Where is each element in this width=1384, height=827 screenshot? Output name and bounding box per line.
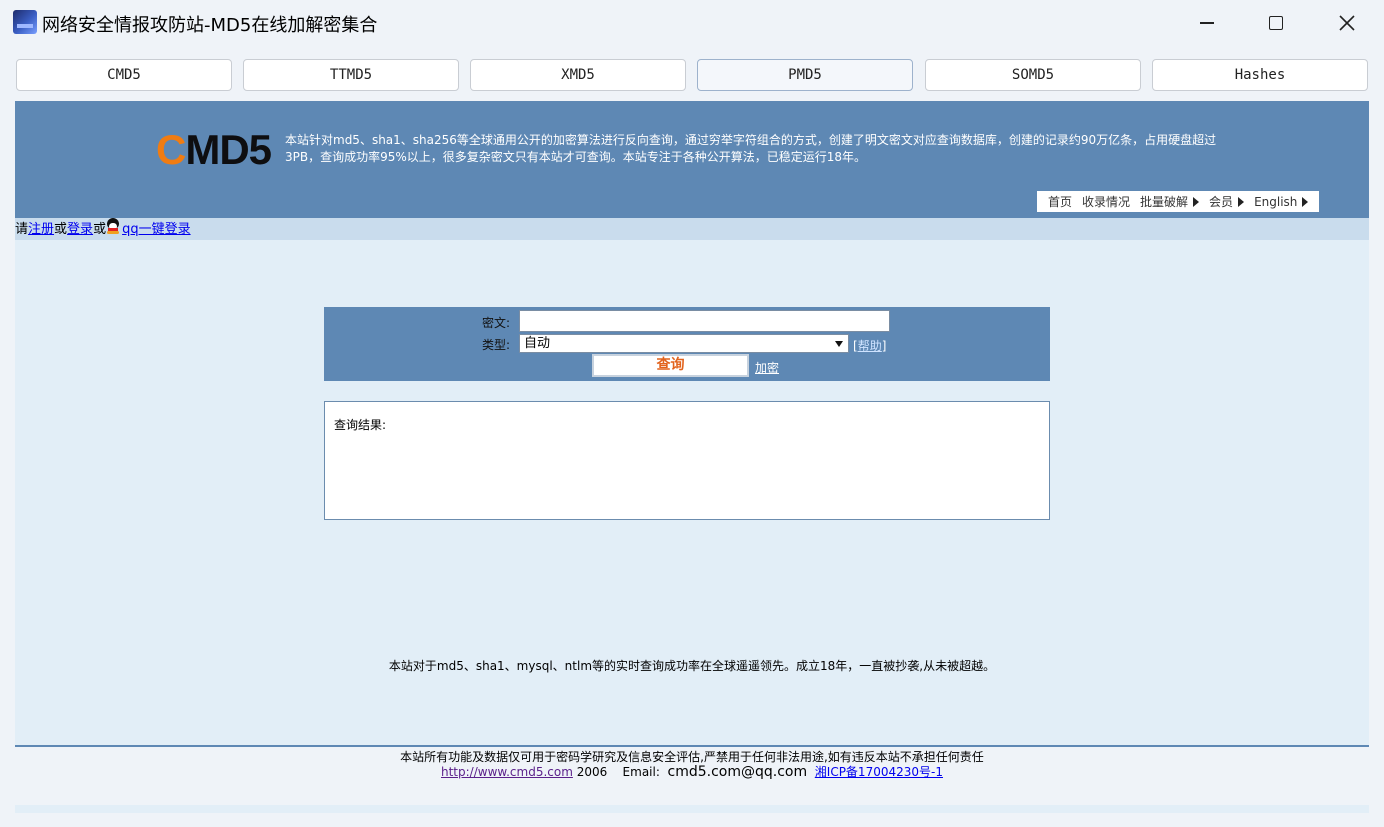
dropdown-arrow-icon — [835, 341, 843, 347]
maximize-icon — [1269, 16, 1283, 30]
close-button[interactable] — [1324, 6, 1370, 40]
encrypt-link[interactable]: 加密 — [755, 359, 779, 376]
query-button[interactable]: 查询 — [592, 354, 749, 377]
tab-ttmd5[interactable]: TTMD5 — [243, 59, 459, 91]
site-header: CMD5 本站针对md5、sha1、sha256等全球通用公开的加密算法进行反向… — [15, 101, 1369, 218]
result-label: 查询结果: — [334, 418, 387, 432]
caret-right-icon — [1302, 196, 1309, 207]
icp-link[interactable]: 湘ICP备17004230号-1 — [815, 765, 943, 779]
window-title: 网络安全情报攻防站-MD5在线加解密集合 — [42, 15, 378, 36]
site-footer: 本站所有功能及数据仅可用于密码学研究及信息安全评估,严禁用于任何非法用途,如有违… — [15, 747, 1369, 805]
cmd5-logo[interactable]: CMD5 — [156, 129, 272, 171]
footer-links: http://www.cmd5.com 2006 Email: cmd5.com… — [15, 763, 1369, 780]
qq-penguin-icon — [106, 218, 120, 234]
top-nav: 首页 收录情况 批量破解 会员 English — [1037, 191, 1320, 212]
nav-member[interactable]: 会员 — [1209, 193, 1245, 210]
email-label: Email: — [622, 765, 660, 779]
nav-english[interactable]: English — [1254, 195, 1309, 209]
site-intro: 本站针对md5、sha1、sha256等全球通用公开的加密算法进行反向查询，通过… — [285, 133, 1217, 164]
tab-somd5[interactable]: SOMD5 — [925, 59, 1141, 91]
caret-right-icon — [1238, 196, 1245, 207]
type-select[interactable]: 自动 — [519, 334, 849, 353]
site-tabs: CMD5 TTMD5 XMD5 PMD5 SOMD5 Hashes — [16, 59, 1368, 91]
login-link[interactable]: 登录 — [67, 222, 93, 237]
type-label: 类型: — [482, 338, 511, 352]
tab-cmd5[interactable]: CMD5 — [16, 59, 232, 91]
title-bar: 网络安全情报攻防站-MD5在线加解密集合 — [0, 0, 1384, 46]
nav-home[interactable]: 首页 — [1048, 193, 1072, 210]
type-selected-value: 自动 — [524, 336, 551, 351]
tab-hashes[interactable]: Hashes — [1152, 59, 1368, 91]
query-form: 密文: 类型: 自动 [帮助] 查询 加密 — [324, 307, 1050, 381]
result-panel: 查询结果: — [324, 401, 1050, 520]
footer-email: cmd5.com@qq.com — [667, 764, 808, 780]
bottom-strip — [15, 805, 1369, 813]
maximize-button[interactable] — [1253, 6, 1299, 40]
login-bar: 请注册或登录或 qq一键登录 — [15, 218, 1369, 240]
nav-batch-crack[interactable]: 批量破解 — [1140, 193, 1200, 210]
footer-year: 2006 — [576, 765, 608, 779]
register-link[interactable]: 注册 — [28, 222, 54, 237]
qq-login-link[interactable]: qq一键登录 — [122, 222, 191, 237]
nav-index-status[interactable]: 收录情况 — [1082, 193, 1130, 210]
minimize-icon — [1200, 22, 1214, 24]
help-link[interactable]: [帮助] — [853, 337, 886, 354]
minimize-button[interactable] — [1184, 6, 1230, 40]
tab-xmd5[interactable]: XMD5 — [470, 59, 686, 91]
main-content: 密文: 类型: 自动 [帮助] 查询 加密 查询结果: 本站对于md5、sha1… — [15, 240, 1369, 745]
caret-right-icon — [1193, 196, 1200, 207]
tab-pmd5[interactable]: PMD5 — [697, 59, 913, 91]
close-icon — [1339, 15, 1355, 31]
site-url-link[interactable]: http://www.cmd5.com — [441, 765, 573, 779]
site-slogan: 本站对于md5、sha1、mysql、ntlm等的实时查询成功率在全球遥遥领先。… — [388, 659, 996, 673]
app-icon — [13, 10, 37, 34]
cipher-label: 密文: — [482, 316, 511, 330]
cipher-input[interactable] — [519, 310, 890, 332]
